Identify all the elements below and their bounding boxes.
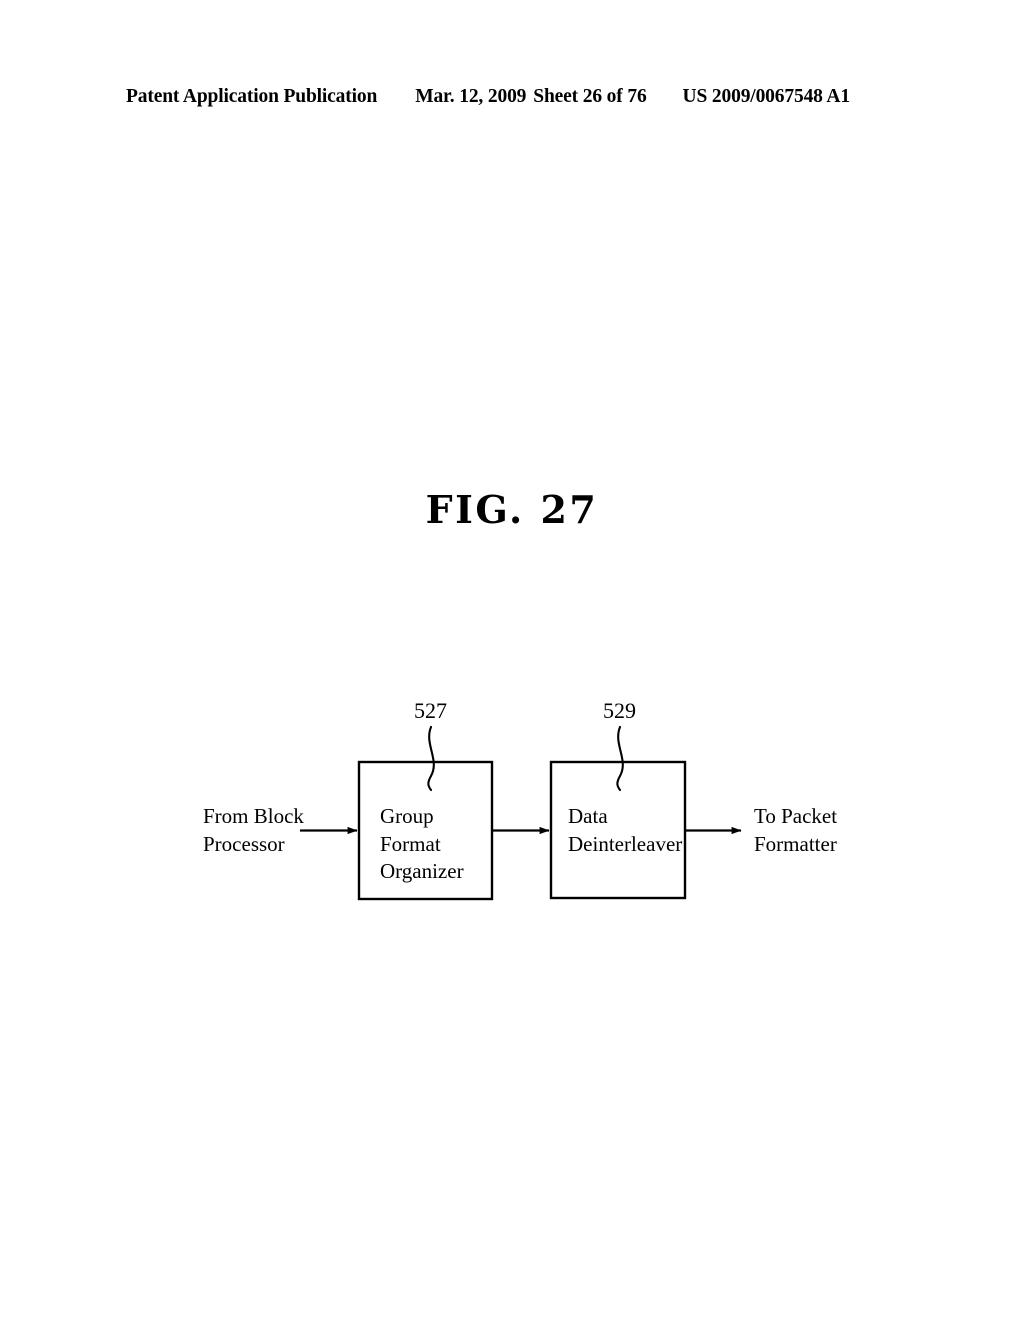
block-label-data-deinterleaver: Data Deinterleaver	[568, 804, 683, 856]
block-label-group-format-organizer: Group Format Organizer	[380, 804, 464, 883]
block-diagram: 527 529 From Block Processor To Packet F…	[0, 0, 1024, 1320]
input-label-from-block-processor: From Block Processor	[203, 804, 304, 856]
reference-numeral-529: 529	[603, 698, 636, 723]
lead-line-527	[427, 725, 435, 792]
diagram-vector-layer	[300, 725, 742, 901]
reference-numeral-527: 527	[414, 698, 447, 723]
patent-page: Patent Application Publication Mar. 12, …	[0, 0, 1024, 1320]
lead-line-529	[616, 725, 624, 792]
output-label-to-packet-formatter: To Packet Formatter	[754, 804, 838, 856]
